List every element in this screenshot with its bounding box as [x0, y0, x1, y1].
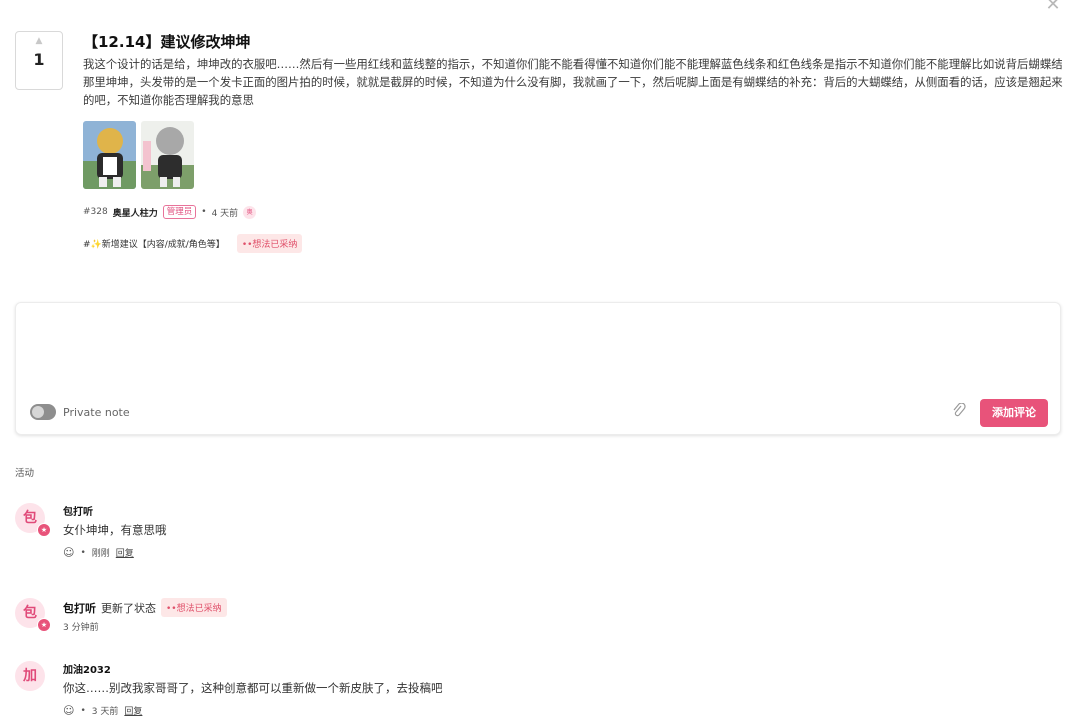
- post-image-2[interactable]: [141, 121, 194, 189]
- post-meta: #328 奥星人柱力 管理员 • 4 天前 奥: [83, 205, 257, 219]
- star-badge-icon: ★: [37, 618, 51, 632]
- close-icon[interactable]: ✕: [1044, 0, 1062, 14]
- author-name[interactable]: 奥星人柱力: [113, 206, 158, 219]
- post-time: 4 天前: [211, 208, 239, 219]
- activity-time: 刚刚: [91, 549, 110, 559]
- activity-time: 3 分钟前: [63, 623, 99, 633]
- status-update-line: 包打听 更新了状态 ••想法已采纳: [63, 598, 227, 617]
- activity-text: 你这……别改我家哥哥了，这种创意都可以重新做一个新皮肤了，去投稿吧: [63, 681, 443, 695]
- activity-meta: 3 分钟前: [63, 620, 99, 633]
- upvote-button[interactable]: ▲ 1: [15, 31, 63, 90]
- private-note-toggle[interactable]: [30, 404, 56, 420]
- emoji-react-icon[interactable]: ☺: [63, 704, 74, 717]
- upvote-arrow-icon: ▲: [35, 36, 43, 46]
- post-id: #328: [83, 207, 108, 217]
- activity-meta: ☺ • 3 天前 回复: [63, 704, 142, 717]
- status-badge: ••想法已采纳: [161, 598, 227, 617]
- activity-text: 女仆坤坤，有意思哦: [63, 523, 167, 537]
- activity-meta: ☺ • 刚刚 回复: [63, 546, 134, 559]
- reply-link[interactable]: 回复: [124, 704, 142, 717]
- role-badge: 管理员: [162, 205, 197, 219]
- private-note-label: Private note: [63, 406, 130, 419]
- add-comment-button[interactable]: 添加评论: [980, 399, 1048, 427]
- activity-author[interactable]: 包打听: [63, 503, 93, 518]
- reply-link[interactable]: 回复: [116, 546, 134, 559]
- star-badge-icon: ★: [37, 523, 51, 537]
- activity-item: 包 ★ 包打听 女仆坤坤，有意思哦 ☺ • 刚刚 回复: [15, 503, 615, 563]
- activity-author[interactable]: 加油2032: [63, 661, 111, 676]
- meta-separator: •: [80, 705, 86, 716]
- activity-item: 加 加油2032 你这……别改我家哥哥了，这种创意都可以重新做一个新皮肤了，去投…: [15, 661, 615, 721]
- status-badge: ••想法已采纳: [236, 234, 303, 253]
- activity-item: 包 ★ 包打听 更新了状态 ••想法已采纳 3 分钟前: [15, 598, 615, 634]
- paperclip-icon[interactable]: [952, 403, 966, 419]
- meta-separator: •: [80, 547, 86, 558]
- post-image-1[interactable]: [83, 121, 136, 189]
- post-title: 【12.14】建议修改坤坤: [83, 33, 251, 51]
- avatar[interactable]: 加: [15, 661, 45, 691]
- author-mini-avatar[interactable]: 奥: [243, 205, 257, 219]
- activity-action: 更新了状态: [101, 601, 156, 615]
- post-body: 我这个设计的话是给，坤坤改的衣服吧……然后有一些用红线和蓝线整的指示，不知道你们…: [83, 57, 1063, 108]
- activity-label: 活动: [15, 468, 35, 479]
- emoji-react-icon[interactable]: ☺: [63, 546, 74, 559]
- category-tag[interactable]: #✨新增建议【内容/成就/角色等】: [83, 237, 225, 250]
- activity-author[interactable]: 包打听: [63, 600, 96, 616]
- meta-separator: •: [201, 207, 207, 217]
- activity-time: 3 天前: [91, 707, 119, 717]
- post-tags: #✨新增建议【内容/成就/角色等】 ••想法已采纳: [83, 234, 303, 253]
- vote-count: 1: [33, 50, 45, 69]
- toggle-knob: [32, 406, 44, 418]
- comment-box[interactable]: Private note 添加评论: [15, 302, 1061, 435]
